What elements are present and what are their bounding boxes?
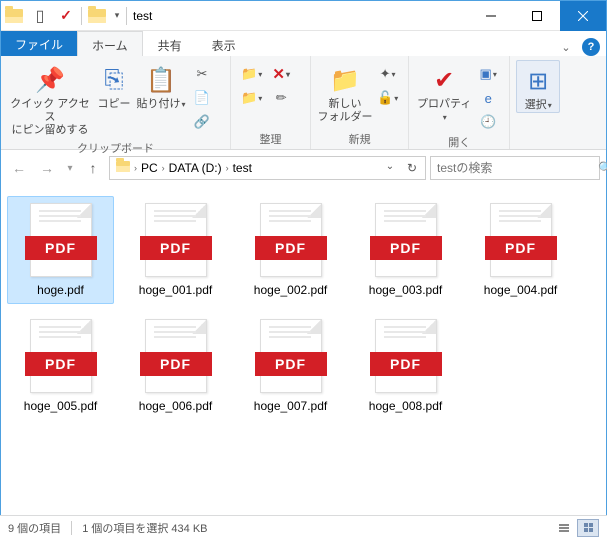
- pdf-icon: PDF: [375, 203, 437, 277]
- tab-view[interactable]: 表示: [197, 31, 251, 56]
- breadcrumb[interactable]: test: [229, 161, 256, 175]
- help-button[interactable]: ?: [582, 38, 600, 56]
- maximize-button[interactable]: [514, 1, 560, 31]
- pdf-icon: PDF: [145, 319, 207, 393]
- pin-to-quickaccess-button[interactable]: 📌 クイック アクセス にピン留めする: [7, 60, 93, 138]
- file-name: hoge_007.pdf: [254, 393, 327, 413]
- file-name: hoge_006.pdf: [139, 393, 212, 413]
- group-label: [516, 133, 560, 149]
- up-button[interactable]: ↑: [81, 156, 105, 180]
- search-icon[interactable]: 🔍: [598, 161, 607, 175]
- group-label: 新規: [317, 129, 402, 149]
- separator: [126, 7, 127, 25]
- cut-button[interactable]: ✂: [191, 64, 213, 84]
- file-list[interactable]: PDFhoge.pdfPDFhoge_001.pdfPDFhoge_002.pd…: [1, 186, 606, 496]
- rename-button[interactable]: ✏: [270, 88, 292, 108]
- group-label: 開く: [415, 132, 503, 152]
- recent-locations-button[interactable]: ▾: [63, 156, 77, 180]
- separator: [71, 521, 72, 535]
- paste-button[interactable]: 📋 貼り付け▾: [135, 60, 187, 111]
- window-title: test: [129, 9, 468, 23]
- tab-home[interactable]: ホーム: [77, 31, 143, 56]
- address-bar[interactable]: › PC › DATA (D:) › test ⌄ ↻: [109, 156, 426, 180]
- select-button[interactable]: ⊞ 選択▾: [516, 60, 560, 113]
- nav-bar: ← → ▾ ↑ › PC › DATA (D:) › test ⌄ ↻ 🔍: [1, 150, 606, 186]
- pdf-icon: PDF: [375, 319, 437, 393]
- copy-to-button[interactable]: 📁▾: [241, 88, 262, 108]
- file-name: hoge_008.pdf: [369, 393, 442, 413]
- pdf-icon: PDF: [30, 319, 92, 393]
- file-item[interactable]: PDFhoge_001.pdf: [122, 196, 229, 304]
- pdf-icon: PDF: [145, 203, 207, 277]
- details-view-button[interactable]: [553, 519, 575, 537]
- status-bar: 9 個の項目 1 個の項目を選択 434 KB: [0, 515, 607, 539]
- copy-button[interactable]: ⎘ コピー: [93, 60, 135, 111]
- edit-button[interactable]: e: [477, 88, 499, 108]
- close-button[interactable]: [560, 1, 606, 31]
- new-item-button[interactable]: ✦▾: [377, 64, 398, 84]
- ribbon-tabs: ファイル ホーム 共有 表示 ⌄ ?: [1, 31, 606, 56]
- pdf-icon: PDF: [490, 203, 552, 277]
- tab-share[interactable]: 共有: [143, 31, 197, 56]
- group-label: クリップボード: [7, 138, 224, 158]
- breadcrumb[interactable]: DATA (D:): [165, 161, 226, 175]
- easy-access-button[interactable]: 🔓▾: [377, 88, 398, 108]
- delete-button[interactable]: ✕▾: [270, 64, 292, 84]
- search-box[interactable]: 🔍: [430, 156, 600, 180]
- tab-file[interactable]: ファイル: [1, 31, 77, 56]
- file-item[interactable]: PDFhoge_006.pdf: [122, 312, 229, 420]
- address-dropdown-button[interactable]: ⌄: [379, 161, 401, 175]
- properties-button[interactable]: ✔ プロパティ▾: [415, 60, 473, 124]
- file-item[interactable]: PDFhoge.pdf: [7, 196, 114, 304]
- item-count: 9 個の項目: [8, 520, 61, 536]
- back-button[interactable]: ←: [7, 156, 31, 180]
- folder-icon: [1, 1, 27, 31]
- pdf-icon: PDF: [260, 203, 322, 277]
- ribbon: 📌 クイック アクセス にピン留めする ⎘ コピー 📋 貼り付け▾ ✂ 📄 🔗 …: [1, 56, 606, 150]
- history-button[interactable]: 🕘: [477, 112, 499, 132]
- file-name: hoge_004.pdf: [484, 277, 557, 297]
- qat-check[interactable]: ✓: [53, 1, 79, 31]
- selection-info: 1 個の項目を選択 434 KB: [82, 520, 207, 536]
- paste-shortcut-button[interactable]: 🔗: [191, 112, 213, 132]
- collapse-ribbon-button[interactable]: ⌄: [556, 41, 576, 54]
- refresh-button[interactable]: ↻: [401, 161, 423, 175]
- pdf-icon: PDF: [260, 319, 322, 393]
- breadcrumb[interactable]: PC: [137, 161, 162, 175]
- file-name: hoge_003.pdf: [369, 277, 442, 297]
- folder-icon: [112, 161, 134, 175]
- minimize-button[interactable]: [468, 1, 514, 31]
- file-item[interactable]: PDFhoge_005.pdf: [7, 312, 114, 420]
- file-item[interactable]: PDFhoge_007.pdf: [237, 312, 344, 420]
- file-item[interactable]: PDFhoge_002.pdf: [237, 196, 344, 304]
- copy-path-button[interactable]: 📄: [191, 88, 213, 108]
- file-name: hoge_001.pdf: [139, 277, 212, 297]
- file-name: hoge.pdf: [37, 277, 84, 297]
- group-label: 整理: [237, 129, 304, 149]
- forward-button[interactable]: →: [35, 156, 59, 180]
- new-folder-button[interactable]: 📁 新しい フォルダー: [317, 60, 373, 124]
- move-to-button[interactable]: 📁▾: [241, 64, 262, 84]
- file-name: hoge_002.pdf: [254, 277, 327, 297]
- icons-view-button[interactable]: [577, 519, 599, 537]
- qat-item[interactable]: ▯: [27, 1, 53, 31]
- separator: [81, 7, 82, 25]
- open-button[interactable]: ▣▾: [477, 64, 499, 84]
- folder-icon: [84, 1, 110, 31]
- file-item[interactable]: PDFhoge_003.pdf: [352, 196, 459, 304]
- search-input[interactable]: [431, 161, 598, 175]
- qat-dropdown[interactable]: ▾: [110, 1, 124, 31]
- file-item[interactable]: PDFhoge_008.pdf: [352, 312, 459, 420]
- pdf-icon: PDF: [30, 203, 92, 277]
- title-bar: ▯ ✓ ▾ test: [1, 1, 606, 31]
- file-item[interactable]: PDFhoge_004.pdf: [467, 196, 574, 304]
- file-name: hoge_005.pdf: [24, 393, 97, 413]
